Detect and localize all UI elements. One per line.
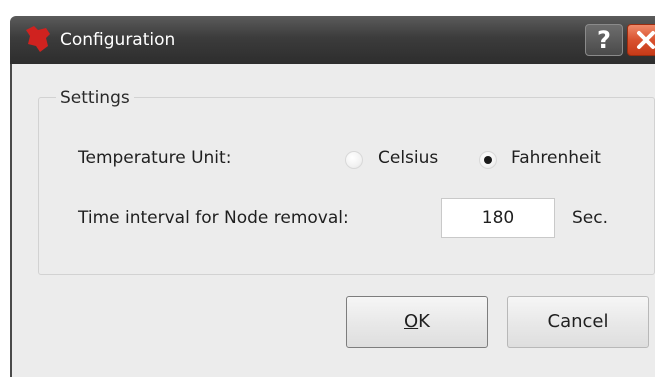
- settings-group: [38, 97, 655, 275]
- close-icon: [637, 31, 655, 49]
- help-button[interactable]: ?: [585, 24, 623, 56]
- settings-group-title: Settings: [56, 88, 134, 108]
- fahrenheit-radio[interactable]: [479, 151, 497, 169]
- ok-button-label: OK: [404, 311, 430, 332]
- app-icon: [26, 26, 50, 52]
- node-removal-interval-label: Time interval for Node removal:: [78, 208, 349, 228]
- celsius-label[interactable]: Celsius: [378, 148, 438, 168]
- fahrenheit-label[interactable]: Fahrenheit: [511, 148, 601, 168]
- close-button[interactable]: [627, 24, 655, 56]
- celsius-radio[interactable]: [345, 151, 363, 169]
- node-removal-interval-input[interactable]: 180: [441, 198, 555, 238]
- cancel-button[interactable]: Cancel: [507, 296, 649, 348]
- configuration-dialog: Configuration ? Settings Temperature Uni…: [0, 0, 655, 377]
- interval-unit-label: Sec.: [572, 208, 609, 228]
- title-bar[interactable]: Configuration ?: [10, 16, 655, 64]
- ok-button[interactable]: OK: [346, 296, 488, 348]
- temperature-unit-label: Temperature Unit:: [78, 148, 232, 168]
- window-title: Configuration: [60, 30, 176, 50]
- help-icon: ?: [597, 26, 611, 54]
- dialog-body: Settings Temperature Unit: Celsius Fahre…: [10, 64, 655, 377]
